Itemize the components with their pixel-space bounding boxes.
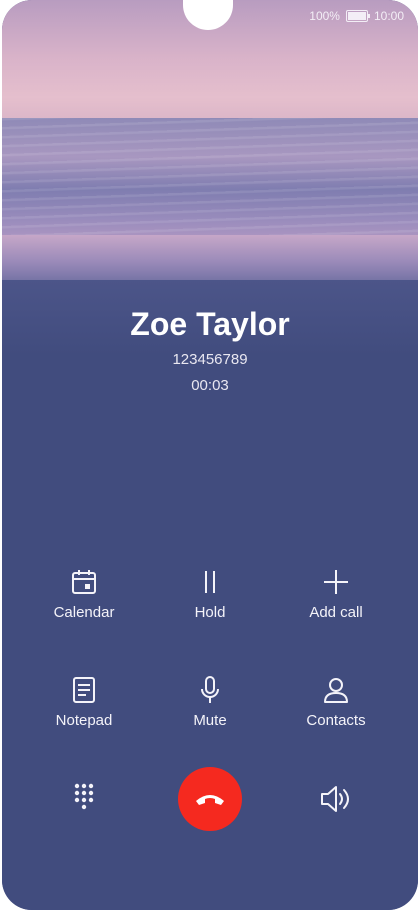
hold-button[interactable]: Hold xyxy=(145,566,275,621)
calendar-button[interactable]: Calendar xyxy=(19,566,149,621)
notepad-button[interactable]: Notepad xyxy=(19,674,149,729)
dialpad-icon[interactable] xyxy=(64,779,104,819)
end-call-button[interactable] xyxy=(178,767,242,831)
hang-up-icon xyxy=(196,795,224,805)
status-bar: 100% 10:00 xyxy=(309,8,404,24)
contacts-button[interactable]: Contacts xyxy=(271,674,401,729)
mute-button[interactable]: Mute xyxy=(145,674,275,729)
plus-icon xyxy=(324,570,348,594)
add-call-label: Add call xyxy=(309,604,363,621)
clock: 10:00 xyxy=(373,9,404,23)
caller-number: 123456789 xyxy=(172,351,248,368)
call-screen: 100% 10:00 Zoe Taylor 123456789 00:03 Ca… xyxy=(2,0,418,910)
hold-label: Hold xyxy=(194,604,226,621)
call-duration: 00:03 xyxy=(191,377,229,394)
contacts-label: Contacts xyxy=(306,712,366,729)
wallpaper-sea xyxy=(2,118,418,248)
notepad-icon xyxy=(73,677,95,703)
microphone-icon xyxy=(201,676,219,703)
calendar-label: Calendar xyxy=(53,604,115,621)
speaker-icon[interactable] xyxy=(315,779,355,819)
calendar-icon xyxy=(72,570,96,594)
pause-icon xyxy=(205,571,215,593)
battery-icon xyxy=(345,10,370,22)
notepad-label: Notepad xyxy=(55,712,113,729)
mute-label: Mute xyxy=(193,712,227,729)
caller-name: Zoe Taylor xyxy=(130,306,290,342)
battery-percent: 100% xyxy=(309,9,340,23)
add-call-button[interactable]: Add call xyxy=(271,566,401,621)
person-icon xyxy=(324,678,348,703)
